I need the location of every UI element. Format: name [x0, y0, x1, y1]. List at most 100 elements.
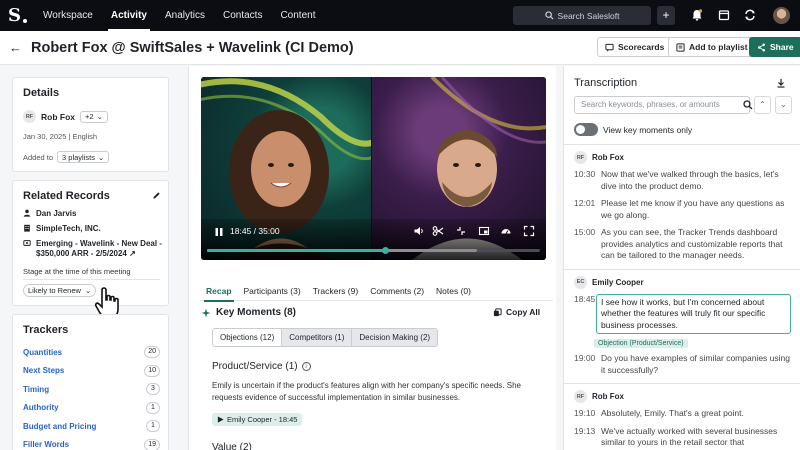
participants-more-dropdown[interactable]: +2 ⌄	[80, 110, 108, 123]
tracker-budget-and-pricing[interactable]: Budget and Pricing 1	[23, 417, 160, 436]
speaker-avatar: RF	[574, 151, 587, 164]
segment-objections[interactable]: Objections (12)	[213, 329, 283, 346]
key-moments-only-label: View key moments only	[603, 125, 693, 135]
key-moments-only-toggle[interactable]	[574, 123, 598, 136]
transcript-timestamp[interactable]: 12:01	[574, 198, 601, 221]
video-progress-handle[interactable]	[381, 247, 389, 254]
related-deal-text: Emerging - Wavelink - New Deal - $350,000…	[36, 239, 162, 259]
speaker-timestamp-chip[interactable]: Emily Cooper - 18:45	[212, 413, 303, 426]
owner-name: Rob Fox	[41, 111, 75, 122]
page-header: ← Robert Fox @ SwiftSales + Wavelink (CI…	[0, 31, 800, 65]
transcript-line[interactable]: 19:10 Absolutely, Emily. That's a great p…	[564, 405, 800, 423]
transcript-timestamp[interactable]: 10:30	[574, 169, 601, 192]
related-contact[interactable]: Dan Jarvis	[23, 209, 163, 218]
chevron-down-icon: ⌄	[84, 286, 92, 295]
transcript-line[interactable]: 19:13 We've actually worked with several …	[564, 423, 800, 450]
minimize-icon[interactable]	[455, 225, 467, 237]
transcript-block: RF Rob Fox 19:10 Absolutely, Emily. That's…	[564, 384, 800, 450]
add-to-playlist-button[interactable]: Add to playlist	[668, 37, 756, 57]
tracker-name: Authority	[23, 403, 59, 413]
transcript-list: RF Rob Fox 10:30 Now that we've walked thr…	[564, 144, 800, 450]
playlists-dropdown[interactable]: 3 playlists ⌄	[57, 151, 110, 163]
transcript-line-highlighted[interactable]: 18:45 I see how it works, but I'm concern…	[564, 291, 800, 338]
create-button[interactable]: +	[657, 6, 675, 25]
transcript-speaker: RF Rob Fox	[564, 384, 800, 405]
tracker-count: 3	[146, 383, 160, 396]
details-title: Details	[23, 87, 60, 99]
copy-all-button[interactable]: Copy All	[493, 307, 540, 317]
search-icon[interactable]	[743, 100, 753, 110]
speaker-chip-label: Emily Cooper - 18:45	[227, 415, 298, 424]
pause-icon[interactable]	[213, 226, 225, 238]
salesloft-logo[interactable]: S	[8, 5, 34, 27]
objection-tag[interactable]: Objection (Product/Service)	[594, 339, 688, 348]
tab-trackers[interactable]: Trackers (9)	[307, 285, 365, 301]
video-player[interactable]: 18:45 / 35:00	[201, 77, 546, 260]
global-search-button[interactable]: Search Salesloft	[513, 6, 651, 25]
share-icon	[757, 43, 766, 51]
transcript-timestamp[interactable]: 15:00	[574, 227, 601, 262]
external-link-icon[interactable]: ↗	[129, 249, 136, 258]
transcript-search-input[interactable]: Search keywords, phrases, or amounts	[574, 96, 753, 114]
tab-recap[interactable]: Recap	[200, 285, 238, 302]
transcript-search-placeholder: Search keywords, phrases, or amounts	[581, 100, 720, 109]
segment-decision-making[interactable]: Decision Making (2)	[352, 329, 437, 346]
tab-comments[interactable]: Comments (2)	[364, 285, 430, 301]
edit-pencil-icon[interactable]	[152, 191, 161, 200]
stage-dropdown[interactable]: Likely to Renew ⌄	[23, 284, 97, 297]
scorecards-button[interactable]: Scorecards	[597, 37, 673, 57]
transcript-timestamp[interactable]: 19:13	[574, 426, 601, 449]
clip-scissors-icon[interactable]	[432, 225, 444, 237]
share-button[interactable]: Share	[749, 37, 800, 57]
segment-competitors[interactable]: Competitors (1)	[282, 329, 353, 346]
transcript-timestamp[interactable]: 19:00	[574, 353, 601, 376]
video-progress-bar[interactable]	[207, 247, 540, 254]
bell-icon[interactable]	[690, 8, 704, 22]
nav-contacts[interactable]: Contacts	[214, 0, 271, 31]
tab-notes[interactable]: Notes (0)	[430, 285, 477, 301]
info-icon[interactable]: i	[301, 362, 311, 371]
chevron-down-icon: ⌄	[780, 100, 787, 109]
transcript-text: Absolutely, Emily. That's a great point.	[601, 408, 744, 418]
picture-in-picture-icon[interactable]	[478, 225, 490, 237]
global-search-label: Search Salesloft	[557, 10, 620, 21]
sparkle-icon	[201, 308, 211, 317]
transcript-line[interactable]: 19:00 Do you have examples of similar com…	[564, 350, 800, 379]
back-arrow-icon[interactable]: ←	[9, 40, 22, 55]
previous-match-button[interactable]: ⌃	[754, 96, 771, 114]
tracker-count: 10	[144, 364, 160, 377]
related-account[interactable]: SimpleTech, INC.	[23, 224, 163, 233]
top-navigation: S Workspace Activity Analytics Contacts …	[0, 0, 800, 31]
tracker-quantities[interactable]: Quantities 20	[23, 343, 160, 362]
download-icon[interactable]	[776, 78, 786, 88]
transcript-text: Do you have examples of similar companie…	[601, 353, 790, 375]
nav-activity[interactable]: Activity	[102, 0, 156, 31]
volume-icon[interactable]	[413, 225, 425, 237]
playback-speed-icon[interactable]	[500, 225, 512, 237]
user-avatar[interactable]	[773, 7, 790, 24]
transcript-block: EC Emily Cooper 18:45 I see how it works, …	[564, 270, 800, 384]
tracker-filler-words[interactable]: Filler Words 19	[23, 436, 160, 450]
transcript-timestamp[interactable]: 19:10	[574, 408, 601, 420]
transcript-line[interactable]: 12:01 Please let me know if you have any …	[564, 195, 800, 224]
section-value-title: Value (2)	[212, 442, 252, 450]
fullscreen-icon[interactable]	[523, 225, 535, 237]
details-card: Details RF Rob Fox +2 ⌄ Jan 30, 2025 | En…	[12, 77, 169, 172]
nav-analytics[interactable]: Analytics	[156, 0, 214, 31]
nav-workspace[interactable]: Workspace	[34, 0, 102, 31]
sync-icon[interactable]	[743, 8, 757, 22]
calendar-icon[interactable]	[717, 8, 731, 22]
tracker-authority[interactable]: Authority 1	[23, 399, 160, 418]
related-contact-name: Dan Jarvis	[36, 209, 77, 218]
search-icon	[544, 11, 554, 20]
nav-content[interactable]: Content	[271, 0, 324, 31]
tracker-next-steps[interactable]: Next Steps 10	[23, 362, 160, 381]
tab-participants[interactable]: Participants (3)	[238, 285, 307, 301]
related-deal[interactable]: Emerging - Wavelink - New Deal - $350,000…	[23, 239, 163, 259]
next-match-button[interactable]: ⌄	[775, 96, 792, 114]
transcript-line[interactable]: 15:00 As you can see, the Tracker Trends …	[564, 224, 800, 265]
related-records-list: Dan Jarvis SimpleTech, INC. Emerging - W…	[23, 203, 163, 259]
tracker-timing[interactable]: Timing 3	[23, 380, 160, 399]
transcript-line[interactable]: 10:30 Now that we've walked through the b…	[564, 166, 800, 195]
share-label: Share	[770, 42, 794, 52]
